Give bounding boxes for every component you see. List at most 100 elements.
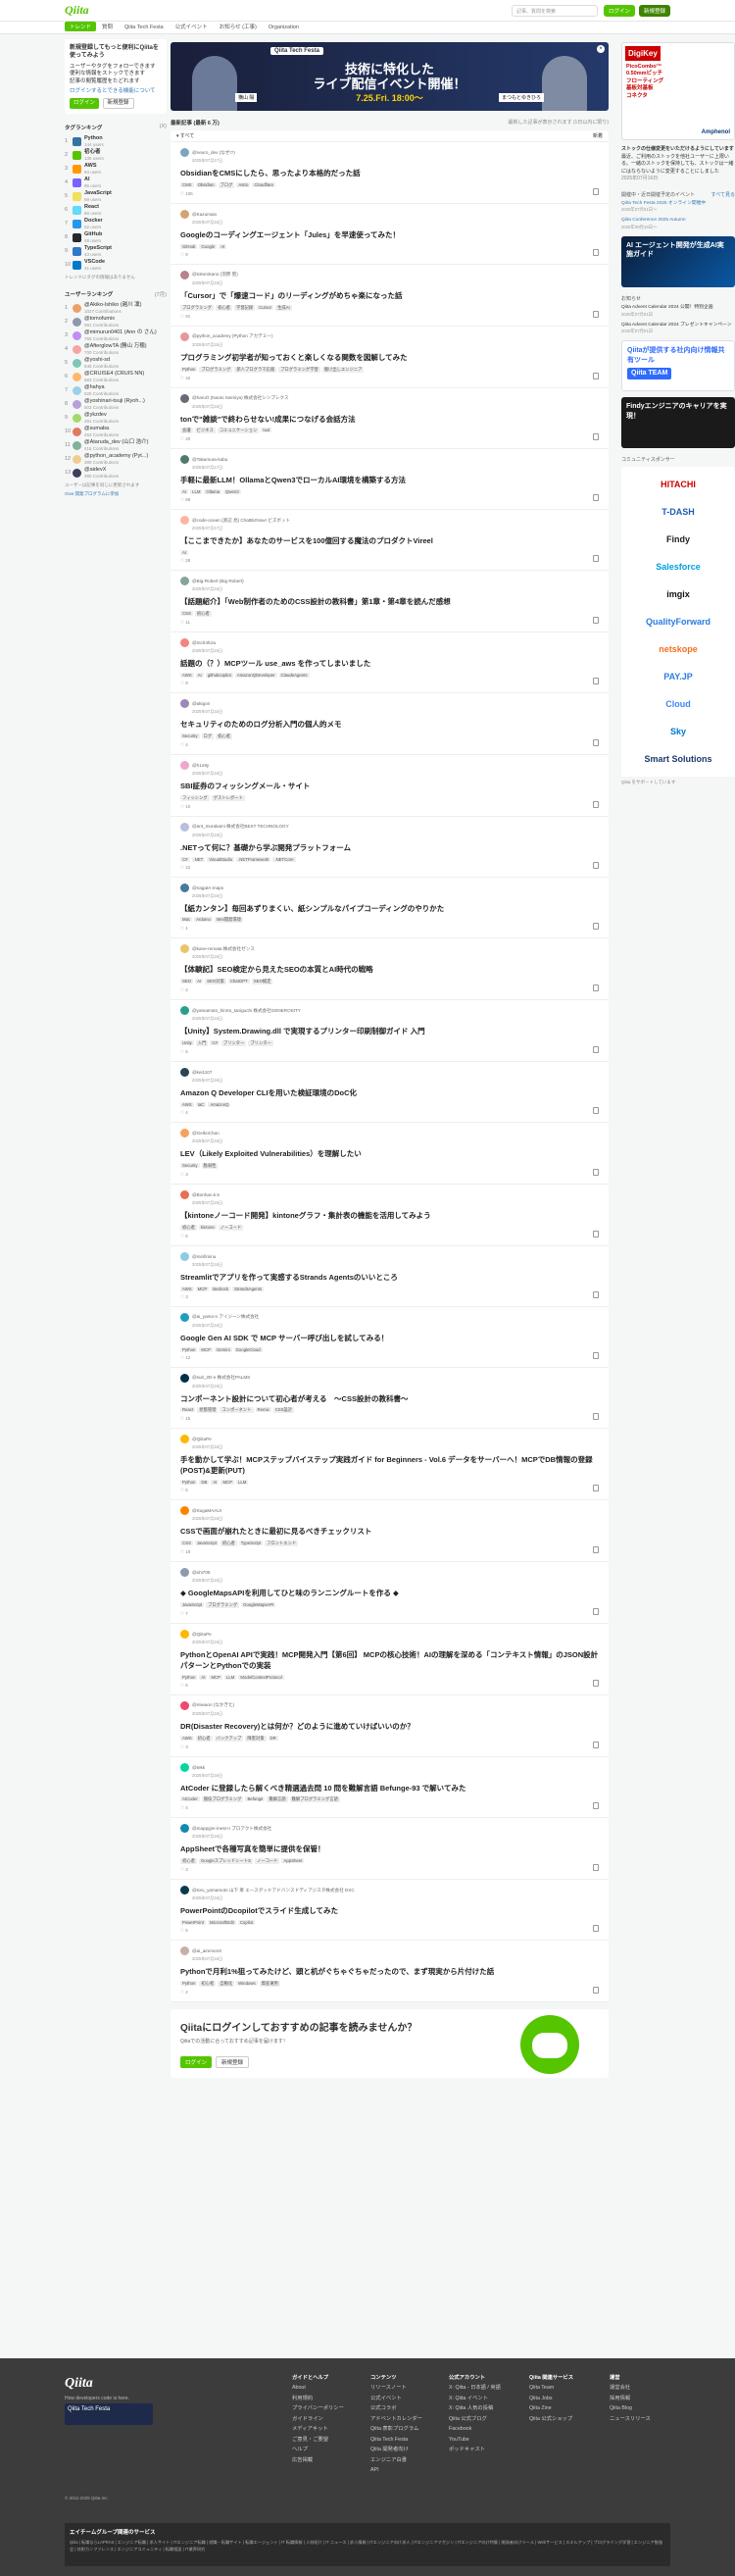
tag-chip[interactable]: 初心者 [220, 1541, 237, 1546]
article-author[interactable]: @Big-Robert (Big Robert) [192, 579, 244, 583]
tag-chip[interactable]: 初心者 [199, 1981, 217, 1987]
tag-ranking-item[interactable]: 2 初心者 135 users [65, 148, 167, 162]
tag-chip[interactable]: LLM [190, 489, 203, 495]
avatar[interactable] [180, 1886, 189, 1895]
footer-link[interactable]: Qiita Jobs [529, 2396, 573, 2401]
article-title[interactable]: Googleのコーディングエージェント「Jules」を早速使ってみた！ [180, 230, 599, 241]
article-author[interactable]: @toru_yamamoto 山下 幸 エースグッドアドバンスドディアジスタ株式… [192, 1888, 355, 1894]
footer-link[interactable]: About [292, 2385, 344, 2391]
sponsor-logo[interactable]: Salesforce [621, 553, 735, 581]
tag-ranking-item[interactable]: 9 TypeScript 43 users [65, 244, 167, 258]
avatar[interactable] [180, 331, 189, 341]
article-item[interactable]: @akigon 2025年07月16日 セキュリティのためのログ分析入門の個人的メモ… [171, 693, 609, 755]
digikey-ad[interactable]: DigiKey PicoCombo™ 0.50mmピッチ フローティング 基板対… [621, 42, 735, 140]
tag-chip[interactable]: Remix [255, 1407, 271, 1413]
tag-chip[interactable]: ノーコード [218, 1224, 244, 1231]
article-title[interactable]: LEV（Likely Exploited Vulnerabilities）を理解… [180, 1149, 599, 1160]
tag-chip[interactable]: AmazonQDeveloper [234, 672, 277, 678]
bookmark-icon[interactable] [593, 310, 599, 318]
give-program-link[interactable]: Give 開発プログラムに参加 [65, 491, 167, 497]
avatar[interactable] [180, 638, 189, 647]
tag-chip[interactable]: MicrosoftEdit [207, 1920, 236, 1926]
article-item[interactable]: @kane-remata 株式会社ゼンス 2025年07月16日 【体験記】SEO検… [171, 938, 609, 1001]
bookmark-icon[interactable] [593, 1987, 599, 1994]
article-title[interactable]: Streamlitでアプリを作って実感するStrands Agentsのいいとこ… [180, 1273, 599, 1284]
article-author[interactable]: @Kazumaio [192, 212, 217, 217]
article-item[interactable]: @ohi705 2025年07月16日 ◆ GoogleMapsAPIを利用してひと… [171, 1562, 609, 1624]
nav-tab[interactable]: Organization [263, 25, 305, 33]
tag-chip[interactable]: Ollama [204, 489, 222, 495]
user-ranking-item[interactable]: 2 @tomofumix 991 Contributions [65, 315, 167, 328]
bookmark-icon[interactable] [593, 1607, 599, 1615]
footer-link[interactable]: Qiita Zine [529, 2405, 573, 2411]
nav-tab[interactable]: 公式イベント [170, 23, 214, 33]
notice-item[interactable]: Qiita Advent Calendar 2024 公開！特別企画 2025年0… [621, 305, 735, 318]
nav-tab[interactable]: 質問 [96, 23, 119, 33]
tag-chip[interactable]: Befunge [245, 1796, 266, 1802]
bookmark-icon[interactable] [593, 1546, 599, 1553]
sponsor-logo[interactable]: Findy [621, 526, 735, 553]
article-author[interactable]: @minfiminu [192, 1254, 216, 1259]
tag-chip[interactable]: ModelContextProtocol [238, 1674, 284, 1680]
article-title[interactable]: 手を動かして学ぶ！MCPステップバイステップ実践ガイド for Beginner… [180, 1455, 599, 1477]
footer-link[interactable]: ヘルプ [292, 2447, 344, 2452]
tag-chip[interactable]: Python [180, 1674, 198, 1680]
article-item[interactable]: @h1n9y 2025年07月16日 SBI証券のフィッシングメール・サイト フィッシ… [171, 755, 609, 817]
bookmark-icon[interactable] [593, 800, 599, 808]
footer-link[interactable]: ポッドキャスト [449, 2447, 501, 2452]
article-title[interactable]: Google Gen AI SDK で MCP サーバー呼び出しを試してみる！ [180, 1334, 599, 1344]
article-title[interactable]: 「Cursor」で「爆速コード」のリーディングがめちゃ楽になった話 [180, 291, 599, 302]
tag-chip[interactable]: 駆け出しエンジニア [321, 366, 365, 373]
article-title[interactable]: 【kintoneノーコード開発】kintoneグラフ・集計表の機能を活用してみよ… [180, 1211, 599, 1222]
tag-chip[interactable]: PowerPoint [180, 1920, 206, 1926]
tag-chip[interactable]: Security [180, 732, 200, 738]
avatar[interactable] [180, 455, 189, 465]
avatar[interactable] [180, 393, 189, 403]
login-button[interactable]: ログイン [603, 4, 635, 17]
avatar[interactable] [180, 1435, 189, 1444]
bookmark-icon[interactable] [593, 372, 599, 379]
tag-chip[interactable]: AI [180, 489, 189, 495]
footer-link[interactable]: エンジニア白書 [370, 2457, 422, 2463]
filter-dropdown[interactable]: ▾ すべて [176, 132, 194, 139]
sponsor-logo[interactable]: netskope [621, 635, 735, 663]
tag-chip[interactable]: IaC [195, 1102, 207, 1107]
tag-chip[interactable]: CSS [180, 611, 193, 616]
cta-signup-button[interactable]: 新規登録 [216, 2056, 250, 2068]
bookmark-icon[interactable] [593, 923, 599, 931]
user-ranking-item[interactable]: 8 @yoshinari-tsuji (Ryoh...) 503 Contribut… [65, 397, 167, 411]
avatar[interactable] [180, 148, 189, 157]
tag-chip[interactable]: Unity [180, 1040, 194, 1046]
article-author[interactable]: @kei1107 [192, 1070, 212, 1075]
tag-chip[interactable]: AtCoder [180, 1796, 200, 1802]
article-item[interactable]: @suit_2D-n 株式会社PALMS 2025年07月16日 コンポーネント設計… [171, 1368, 609, 1430]
article-item[interactable]: @GeikoChan 2025年07月16日 LEV（Likely Exploite… [171, 1123, 609, 1185]
tag-chip[interactable]: 難解プログラミング言語 [289, 1796, 340, 1803]
footer-link[interactable]: Facebook [449, 2426, 501, 2432]
tag-chip[interactable]: フロントエンド [265, 1541, 299, 1546]
article-author[interactable]: @ai_yamo-n アイジーン株式会社 [192, 1314, 259, 1320]
bookmark-icon[interactable] [593, 555, 599, 563]
article-item[interactable]: @Takamura-kabu 2025年07月17日 手軽に最新LLM！Ollama… [171, 449, 609, 511]
tag-chip[interactable]: 初心者 [216, 732, 233, 739]
article-title[interactable]: 【体験記】SEO検定から見えたSEOの本質とAI時代の戦略 [180, 965, 599, 976]
article-item[interactable]: @ai_yamo-n アイジーン株式会社 2025年07月16日 Google Ge… [171, 1307, 609, 1368]
event-item[interactable]: Qiita Conference 2025 Autumn 2025年09月16日〜 [621, 218, 735, 230]
user-ranking-item[interactable]: 11 @Ataruda_dev (山口 浩介) 415 Contributions [65, 438, 167, 452]
qiita-team-ad[interactable]: Qiitaが提供する社内向け情報共有ツール Qiita TEAM [621, 340, 735, 392]
article-item[interactable]: @mch4hizu 2025年07月16日 話題の（？）MCPツール use_aws… [171, 632, 609, 693]
article-title[interactable]: ObsidianをCMSにしたら、思ったより本格的だった話 [180, 169, 599, 179]
tag-chip[interactable]: 会議 [180, 428, 193, 434]
footer-link[interactable]: リリースノート [370, 2385, 422, 2391]
tag-chip[interactable]: CMS [180, 181, 194, 187]
article-item[interactable]: @toru_yamamoto 山下 幸 エースグッドアドバンスドディアジスタ株式… [171, 1880, 609, 1942]
footer-link[interactable]: 公式コラボ [370, 2405, 422, 2411]
tag-chip[interactable]: Security [180, 1162, 200, 1168]
signup-button[interactable]: 新規登録 [638, 4, 670, 17]
bookmark-icon[interactable] [593, 1290, 599, 1298]
footer-link[interactable]: X: Qiita イベント [449, 2396, 501, 2401]
qiita-logo[interactable]: Qiita [65, 3, 89, 18]
tag-chip[interactable]: AppSheet [281, 1858, 305, 1864]
tag-chip[interactable]: JavaScript [180, 1601, 205, 1607]
tag-chip[interactable]: プログラミング [206, 1601, 240, 1608]
